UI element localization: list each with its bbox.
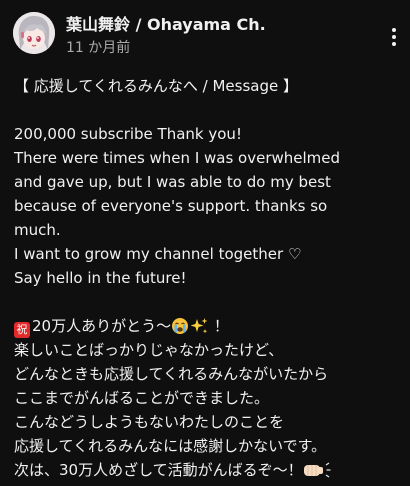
avatar-illustration [13, 12, 55, 54]
post-line: I want to grow my channel together ♡ [14, 245, 302, 263]
post-line-text: 20万人ありがとう〜 [32, 317, 172, 335]
channel-name[interactable]: 葉山舞鈴 / Ohayama Ch. [66, 11, 266, 35]
post-line: 楽しいことばっかりじゃなかったけど、 [14, 341, 284, 359]
post-line: こんなどうしようもないわたしのことを [14, 413, 285, 431]
post-line-celebration: 祝 20万人ありがとう〜 ！ [14, 314, 404, 338]
post-line-text: 次は、30万人めざして活動がんばるぞ〜！ [14, 461, 303, 479]
post-timestamp[interactable]: 11 か月前 [66, 37, 130, 57]
post-line: どんなときも応援してくれるみんながいたから [14, 365, 329, 383]
post-line: 【 応援してくれるみんなへ / Message 】 [14, 77, 298, 95]
post-line-text: ！ [209, 317, 229, 335]
channel-avatar[interactable] [13, 12, 55, 54]
post-line: much. [14, 221, 61, 239]
more-options-button[interactable] [382, 22, 406, 52]
post-line: because of everyone's support. thanks so [14, 197, 328, 215]
celebration-kanji-icon: 祝 [14, 322, 30, 338]
post-line: There were times when I was overwhelmed [14, 149, 341, 167]
post-line-last: 次は、30万人めざして活動がんばるぞ〜！ [14, 458, 404, 482]
more-vertical-icon [392, 28, 396, 46]
post-line: and gave up, but I was able to do my bes… [14, 173, 331, 191]
post-line: 200,000 subscribe Thank you! [14, 125, 242, 143]
post-line: 応援してくれるみんなには感謝しかないです。 [14, 437, 327, 455]
post-text: 【 応援してくれるみんなへ / Message 】 200,000 subscr… [14, 74, 404, 482]
post-header: 葉山舞鈴 / Ohayama Ch. 11 か月前 [0, 0, 410, 70]
post-line: Say hello in the future! [14, 269, 187, 287]
fist-bump-icon [303, 461, 333, 486]
post-line: ここまでがんばることができました。 [14, 389, 270, 407]
